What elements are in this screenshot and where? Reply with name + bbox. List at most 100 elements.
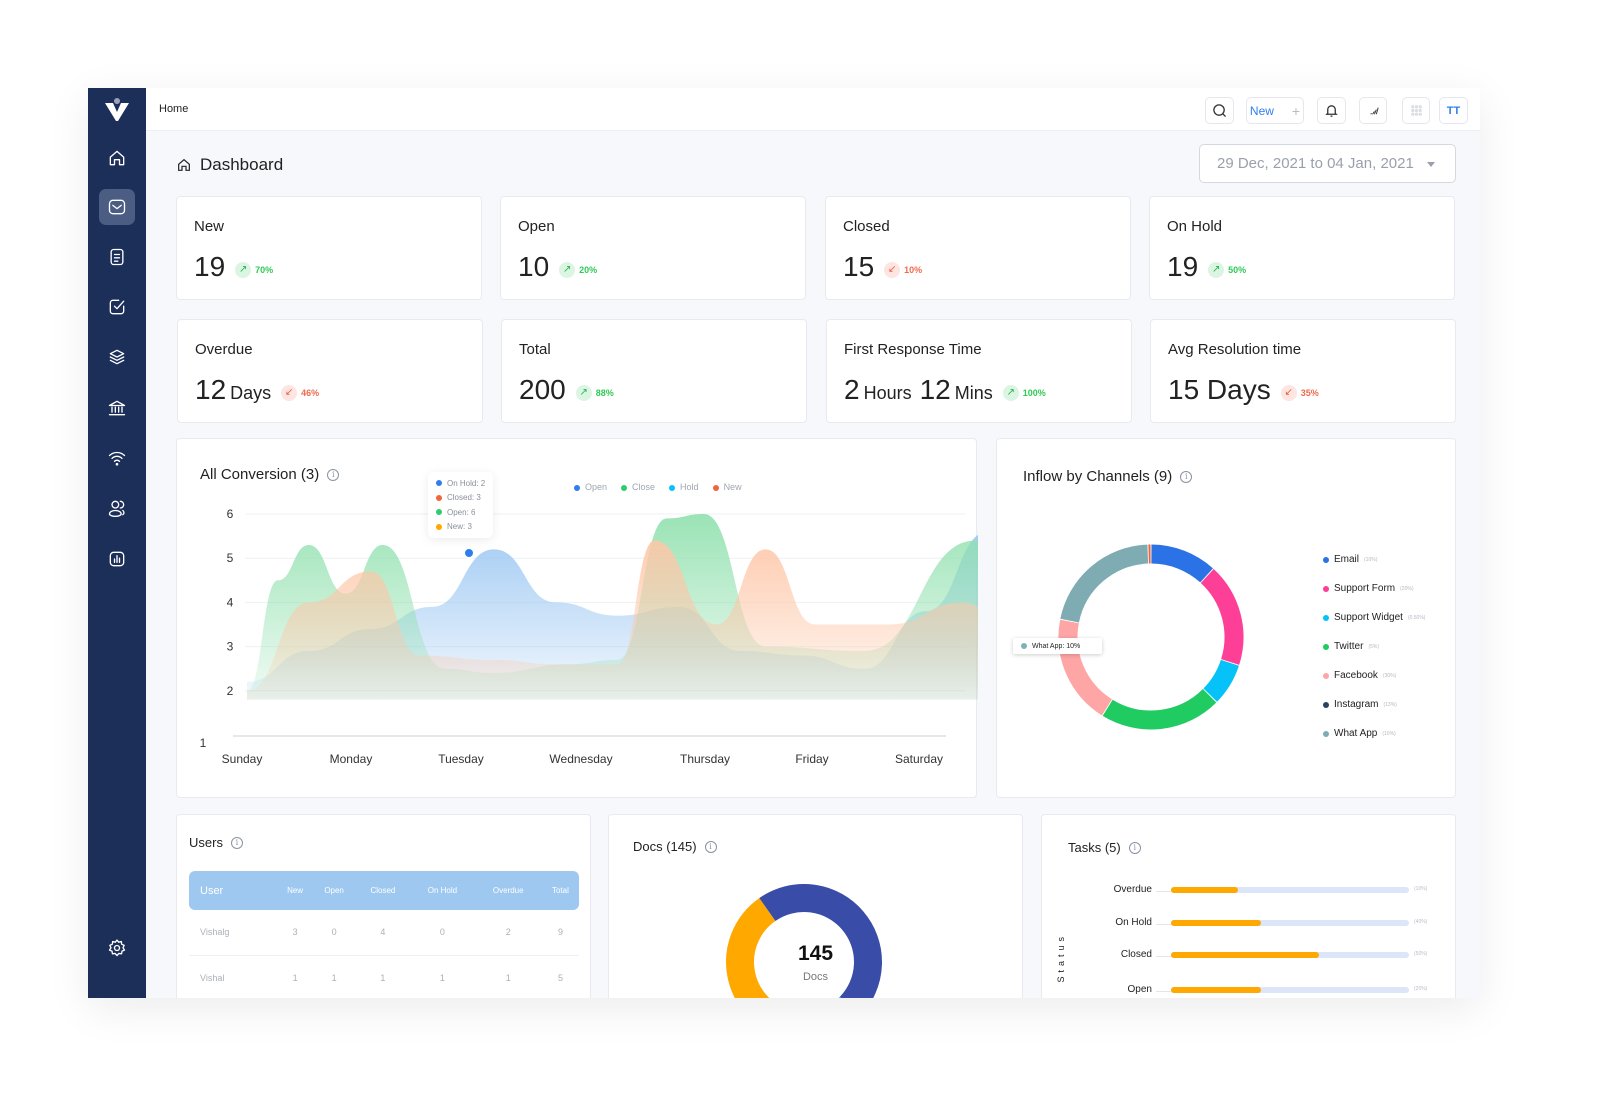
home-icon	[178, 158, 190, 171]
home-icon	[109, 150, 125, 166]
channel-legend-item[interactable]: What App (10%)	[1323, 719, 1425, 748]
legend-percent: (13%)	[1383, 701, 1397, 708]
layers-icon	[109, 349, 125, 365]
trend-badge: ↙ 46%	[281, 384, 319, 401]
sidebar-item-reports[interactable]	[99, 541, 135, 577]
channel-legend-item[interactable]: Twitter (5%)	[1323, 632, 1425, 661]
stat-card-open[interactable]: Open 10 ↗ 20%	[500, 196, 806, 300]
stat-card-on-hold[interactable]: On Hold 19 ↗ 50%	[1149, 196, 1455, 300]
date-range-picker[interactable]: 29 Dec, 2021 to 04 Jan, 2021	[1199, 144, 1456, 183]
info-icon[interactable]: i	[230, 836, 243, 849]
stat-label: On Hold	[1167, 218, 1223, 235]
table-row[interactable]: Vishal 1 1 1 1 1 5	[189, 955, 579, 998]
column-header[interactable]: Total	[542, 871, 579, 910]
users-icon	[108, 500, 125, 517]
column-header[interactable]: Overdue	[475, 871, 542, 910]
axis-tick	[1156, 956, 1172, 957]
notifications-button[interactable]	[1317, 97, 1346, 124]
stat-card-avg-resolution-time[interactable]: Avg Resolution time 15 Days ↙ 35%	[1150, 319, 1456, 423]
sidebar-item-documents[interactable]	[99, 239, 135, 275]
tooltip-label: New: 3	[447, 522, 472, 532]
task-progress-track	[1171, 887, 1409, 893]
channel-slice[interactable]	[1102, 688, 1217, 730]
stat-value: 200 ↗ 88%	[519, 374, 614, 406]
channel-legend-item[interactable]: Facebook (30%)	[1323, 661, 1425, 690]
column-header[interactable]: Open	[313, 871, 356, 910]
sidebar-item-tasks[interactable]	[99, 289, 135, 325]
tooltip-row: Open: 6	[436, 505, 485, 520]
channel-legend-item[interactable]: Email (10%)	[1323, 545, 1425, 574]
channel-legend-item[interactable]: Support Widget (0.50%)	[1323, 603, 1425, 632]
info-icon[interactable]: i	[1128, 841, 1141, 854]
users-table-header: User New Open Closed On Hold Overdue Total	[189, 871, 579, 910]
column-header[interactable]: On Hold	[410, 871, 474, 910]
user-avatar[interactable]: TT	[1439, 97, 1468, 124]
table-cell: 9	[541, 910, 579, 956]
channel-slice[interactable]	[1151, 544, 1213, 583]
trend-badge: ↗ 20%	[559, 261, 597, 278]
sidebar-item-wifi[interactable]	[99, 440, 135, 476]
inflow-channels-card: Inflow by Channels (9) i What App: 10% E…	[996, 438, 1456, 798]
channel-slice[interactable]	[1060, 544, 1149, 623]
new-button[interactable]: New +	[1246, 97, 1304, 124]
arrow-down-left-icon: ↙	[281, 384, 298, 401]
column-header[interactable]: User	[189, 871, 278, 910]
stat-value: 15 Days ↙ 35%	[1168, 374, 1319, 406]
info-icon[interactable]: i	[1180, 470, 1193, 483]
hover-point[interactable]	[463, 547, 475, 559]
task-row-overdue: Overdue (10%)	[1042, 884, 1462, 898]
stat-card-overdue[interactable]: Overdue 12 Days ↙ 46%	[177, 319, 483, 423]
inflow-channels-title: Inflow by Channels (9) i	[1023, 468, 1193, 485]
axis-tick	[1156, 991, 1172, 992]
stat-number: 15 Days	[1168, 374, 1271, 405]
tasks-card: Tasks (5) i Status Overdue (10%) On Hold …	[1041, 814, 1456, 998]
sidebar-item-home[interactable]	[99, 140, 135, 176]
trend-badge: ↗ 50%	[1208, 261, 1247, 278]
legend-dot	[1323, 614, 1329, 621]
settings-button[interactable]	[99, 930, 135, 966]
tooltip-row: New: 3	[436, 520, 485, 535]
task-row-on-hold: On Hold (40%)	[1042, 917, 1462, 931]
sidebar-item-users[interactable]	[99, 490, 135, 526]
sidebar-item-layers[interactable]	[99, 339, 135, 375]
search-button[interactable]	[1205, 97, 1234, 124]
app-logo[interactable]	[103, 96, 131, 124]
sidebar-item-inbox[interactable]	[99, 189, 135, 225]
page-title: Dashboard	[176, 155, 283, 175]
task-percent: (10%)	[1414, 886, 1428, 892]
sidebar	[88, 88, 146, 998]
arrow-up-right-icon: ↗	[575, 384, 592, 401]
tasks-title-text: Tasks (5)	[1068, 840, 1121, 855]
trend-badge: ↗ 100%	[1002, 384, 1046, 401]
tooltip-dot	[436, 509, 442, 516]
channel-slice[interactable]	[1058, 619, 1113, 716]
checkbox-icon	[109, 299, 125, 315]
column-header[interactable]: Closed	[356, 871, 411, 910]
trend-badge: ↙ 10%	[884, 261, 922, 278]
channel-slice[interactable]	[1200, 568, 1244, 665]
apps-grid-button[interactable]	[1402, 97, 1430, 124]
stat-card-first-response-time[interactable]: First Response Time 2 Hours 12 Mins ↗ 100%	[826, 319, 1132, 423]
task-progress-fill	[1171, 987, 1262, 993]
y-tick-label: 5	[227, 551, 234, 565]
stat-card-new[interactable]: New 19 ↗ 70%	[176, 196, 482, 300]
sidebar-item-bank[interactable]	[99, 390, 135, 426]
channel-slice[interactable]	[1203, 659, 1239, 702]
breadcrumb[interactable]: Home	[159, 103, 188, 115]
table-cell: 1	[410, 955, 475, 998]
x-tick-label: Sunday	[222, 752, 263, 766]
docs-card: Docs (145) i 145 Docs	[608, 814, 1023, 998]
channel-legend-item[interactable]: Support Form (20%)	[1323, 574, 1425, 603]
x-tick-label: Wednesday	[549, 752, 612, 766]
stat-card-closed[interactable]: Closed 15 ↙ 10%	[825, 196, 1131, 300]
trend-percent: 50%	[1228, 264, 1247, 275]
tooltip-dot	[1021, 643, 1027, 649]
table-row[interactable]: Vishalg 3 0 4 0 2 9	[189, 910, 579, 956]
trend-badge: ↙ 35%	[1280, 384, 1319, 401]
stat-card-total[interactable]: Total 200 ↗ 88%	[501, 319, 807, 423]
task-percent: (50%)	[1414, 951, 1428, 957]
trend-percent: 100%	[1022, 387, 1046, 398]
channel-legend-item[interactable]: Instagram (13%)	[1323, 690, 1425, 719]
signal-button[interactable]	[1359, 97, 1387, 124]
column-header[interactable]: New	[278, 871, 313, 910]
